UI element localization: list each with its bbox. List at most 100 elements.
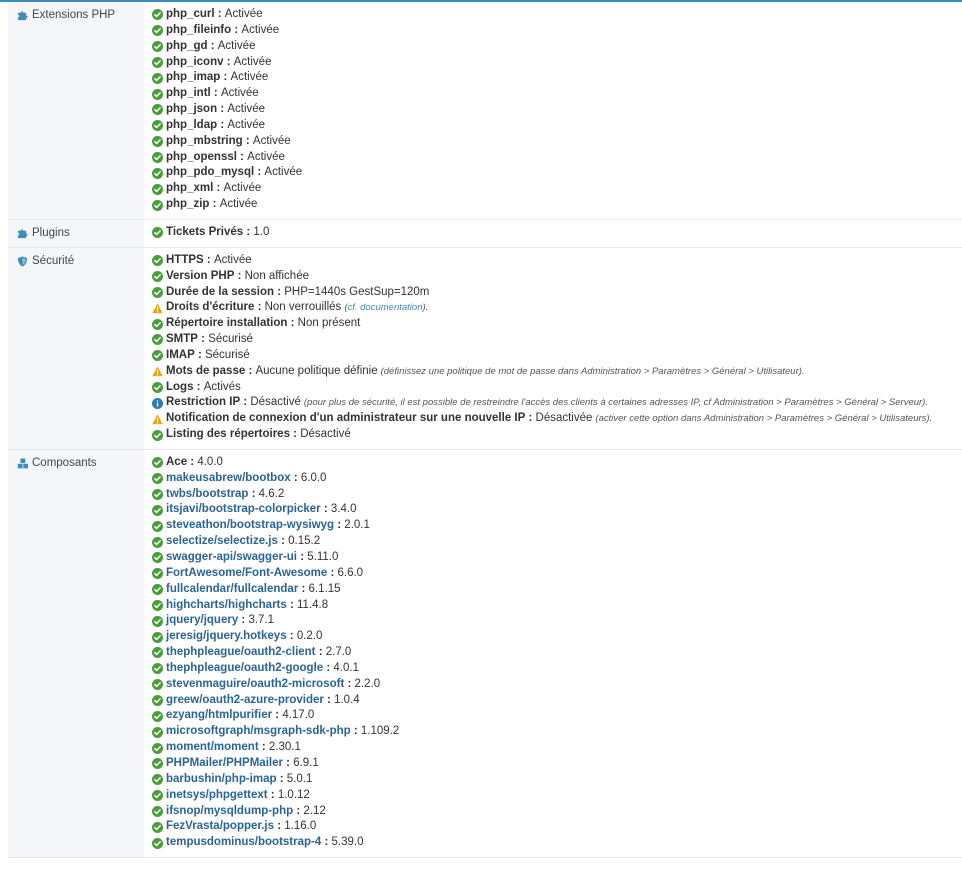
list-item: php_json : Activée (152, 102, 962, 118)
check-circle-icon (152, 647, 163, 659)
separator: : (197, 333, 209, 346)
item-note: (activer cette option dans Administratio… (595, 413, 933, 425)
item-value: Désactivée (535, 412, 593, 425)
list-item: php_gd : Activée (152, 39, 962, 55)
list-item: FezVrasta/popper.js : 1.16.0 (152, 819, 962, 835)
item-value: Activée (227, 118, 266, 131)
check-circle-icon (152, 334, 163, 346)
item-value: 3.4.0 (330, 503, 357, 516)
item-key: Tickets Privés (166, 225, 244, 238)
component-link[interactable]: moment/moment (166, 740, 259, 756)
item-key: HTTPS (166, 253, 204, 266)
list-item: php_iconv : Activée (152, 55, 962, 71)
check-circle-icon (152, 710, 163, 722)
component-link[interactable]: tempusdominus/bootstrap-4 (166, 835, 321, 851)
component-link[interactable]: thephpleague/oauth2-google (166, 661, 323, 677)
component-link[interactable]: ifsnop/mysqldump-php (166, 804, 293, 820)
list-item: Répertoire installation : Non présent (152, 316, 962, 332)
list-item: jquery/jquery : 3.7.1 (152, 613, 962, 629)
item-note: (cf. documentation). (344, 300, 428, 316)
component-link[interactable]: steveathon/bootstrap-wysiwyg (166, 518, 334, 534)
separator: : (214, 8, 225, 20)
component-link[interactable]: jeresig/jquery.hotkeys (166, 629, 287, 645)
list-item: php_intl : Activée (152, 86, 962, 102)
component-link[interactable]: FezVrasta/popper.js (166, 819, 274, 835)
puzzle-icon (17, 10, 28, 21)
warning-icon (152, 303, 163, 314)
section-php-extensions: Extensions PHP php_curl : Activée php_file… (8, 2, 962, 220)
check-circle-icon (152, 429, 163, 441)
section-security: Sécurité HTTPS : Activée Version PHP : Non… (8, 247, 962, 450)
item-value: 6.0.0 (300, 471, 327, 484)
component-link[interactable]: microsoftgraph/msgraph-sdk-php (166, 724, 351, 740)
item-value: Activée (252, 134, 291, 147)
separator: : (320, 503, 331, 516)
check-circle-icon (152, 381, 163, 393)
component-link[interactable]: jquery/jquery (166, 613, 238, 629)
item-value: 3.7.1 (248, 614, 275, 627)
check-circle-icon (152, 742, 163, 754)
component-link[interactable]: thephpleague/oauth2-client (166, 645, 316, 661)
item-value: 0.15.2 (288, 535, 321, 548)
list-item: php_curl : Activée (152, 7, 962, 23)
item-value: Non présent (297, 317, 361, 330)
component-link[interactable]: inetsys/phpgettext (166, 788, 268, 804)
item-value: Activée (264, 166, 303, 179)
check-circle-icon (152, 457, 163, 469)
section-components: Composants Ace : 4.0.0 makeusabrew/bootbox… (8, 449, 962, 859)
note-suffix: ). (422, 302, 429, 314)
component-link[interactable]: fullcalendar/fullcalendar (166, 582, 298, 598)
separator: : (327, 566, 338, 579)
component-link[interactable]: FortAwesome/Font-Awesome (166, 566, 327, 582)
separator: : (254, 301, 265, 314)
item-value: Désactivé (250, 396, 301, 409)
section-label-text: Extensions PHP (32, 9, 116, 21)
component-link[interactable]: makeusabrew/bootbox (166, 471, 291, 487)
item-value: 4.17.0 (282, 709, 315, 722)
item-value: Activée (224, 8, 263, 20)
separator: : (203, 253, 214, 266)
separator: : (220, 71, 231, 84)
separator: : (277, 535, 289, 548)
check-circle-icon (152, 41, 163, 53)
component-link[interactable]: stevenmaguire/oauth2-microsoft (166, 677, 344, 693)
item-value: Activée (220, 87, 259, 100)
list-item: php_ldap : Activée (152, 118, 962, 134)
list-item: tempusdominus/bootstrap-4 : 5.39.0 (152, 835, 962, 851)
item-value: Activée (247, 150, 285, 163)
check-circle-icon (152, 136, 163, 148)
info-icon (152, 397, 163, 409)
item-value: Activée (227, 103, 266, 116)
list-item: FortAwesome/Font-Awesome : 6.6.0 (152, 566, 962, 582)
item-value: Non verrouillés (264, 301, 342, 314)
item-value: 2.2.0 (354, 677, 381, 690)
list-item: Durée de la session : PHP=1440s GestSup=… (152, 285, 962, 301)
documentation-link[interactable]: cf. documentation (347, 302, 422, 313)
separator: : (231, 23, 242, 36)
component-link[interactable]: selectize/selectize.js (166, 534, 278, 550)
component-link[interactable]: highcharts/highcharts (166, 598, 287, 614)
check-circle-icon (152, 104, 163, 116)
separator: : (267, 788, 278, 801)
separator: : (289, 428, 301, 441)
item-value: Activée (213, 253, 252, 266)
component-link[interactable]: greew/oauth2-azure-provider (166, 693, 324, 709)
item-value: Sécurisé (208, 333, 253, 346)
check-circle-icon (152, 790, 163, 802)
check-circle-icon (152, 9, 163, 21)
check-circle-icon (152, 489, 163, 501)
component-link[interactable]: ezyang/htmlpurifier (166, 708, 272, 724)
component-link[interactable]: barbushin/php-imap (166, 772, 277, 788)
component-link[interactable]: itsjavi/bootstrap-colorpicker (166, 502, 321, 518)
component-link[interactable]: twbs/bootstrap (166, 487, 248, 503)
component-link[interactable]: PHPMailer/PHPMailer (166, 756, 283, 772)
separator: : (315, 646, 326, 659)
separator: : (286, 630, 297, 643)
section-content: HTTPS : Activée Version PHP : Non affiché… (144, 248, 962, 449)
check-circle-icon (152, 679, 163, 691)
component-link[interactable]: swagger-api/swagger-ui (166, 550, 297, 566)
separator: : (248, 487, 259, 500)
list-item: php_imap : Activée (152, 70, 962, 86)
list-item: stevenmaguire/oauth2-microsoft : 2.2.0 (152, 677, 962, 693)
check-circle-icon (152, 271, 163, 283)
